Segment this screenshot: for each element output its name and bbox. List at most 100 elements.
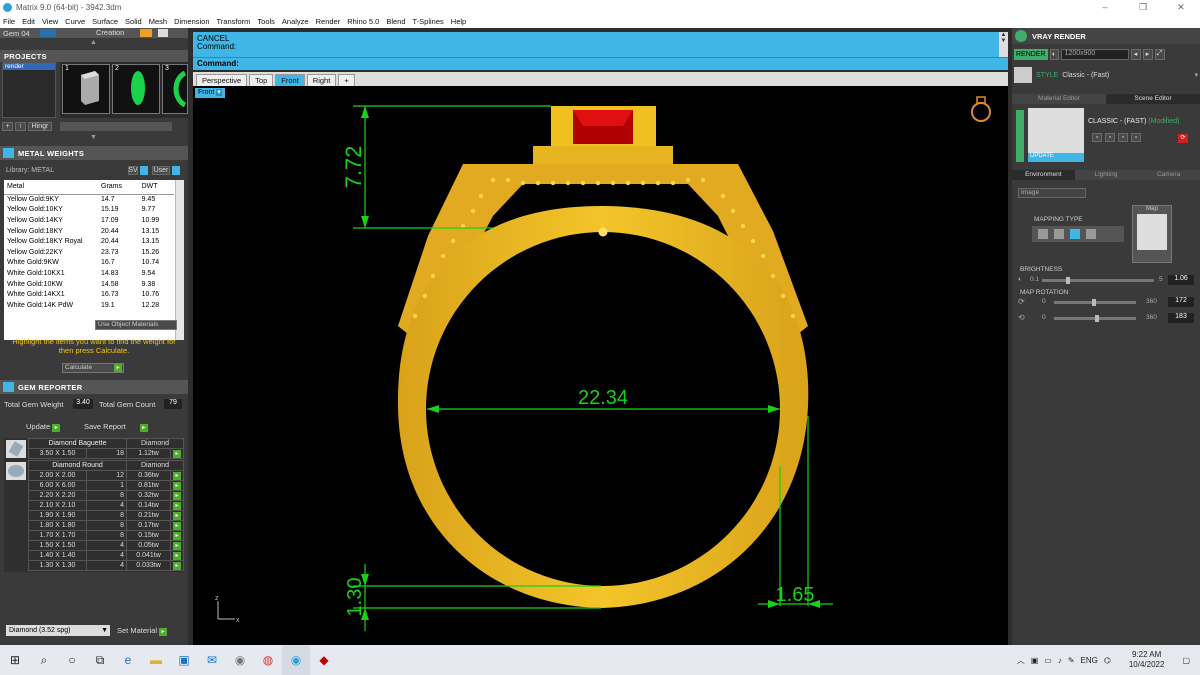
- menu-transform[interactable]: Transform: [217, 17, 251, 26]
- gem-row[interactable]: 2.20 X 2.20 8 0.32tw ▸: [28, 490, 184, 501]
- gem-select-icon[interactable]: ▸: [173, 551, 181, 560]
- reset-icon[interactable]: ⟳: [1178, 134, 1188, 143]
- language-indicator[interactable]: ENG: [1081, 656, 1098, 665]
- collapse-handle[interactable]: ▲: [90, 39, 97, 46]
- menu-mesh[interactable]: Mesh: [149, 17, 167, 26]
- gem-row[interactable]: 3.50 X 1.50 18 1.12tw ▸: [28, 448, 184, 459]
- rhino-task-icon[interactable]: ◆: [310, 645, 338, 675]
- volume-icon[interactable]: ♪: [1058, 656, 1062, 665]
- gem-row[interactable]: 1.50 X 1.50 4 0.05tw ▸: [28, 540, 184, 551]
- app-icon-gray[interactable]: ◉: [226, 645, 254, 675]
- edge-icon[interactable]: e: [114, 645, 142, 675]
- metal-row[interactable]: White Gold:14KX1 16.73 10.76: [4, 289, 174, 300]
- metal-row[interactable]: Yellow Gold:10KY 15.19 9.77: [4, 205, 174, 216]
- brightness-knob[interactable]: [1066, 277, 1070, 284]
- gem-row[interactable]: 1.30 X 1.30 4 0.033tw ▸: [28, 560, 184, 571]
- map-cylinder-icon[interactable]: [1086, 229, 1096, 239]
- sv-button[interactable]: SV: [128, 166, 138, 175]
- pen-icon[interactable]: ✎: [1068, 656, 1075, 665]
- creation-icon-2[interactable]: [158, 29, 168, 37]
- menu-tools[interactable]: Tools: [257, 17, 275, 26]
- metal-row[interactable]: White Gold:9KW 16.7 10.74: [4, 258, 174, 269]
- rot2-knob[interactable]: [1095, 315, 1099, 322]
- resolution-field[interactable]: 1200x900: [1060, 48, 1129, 60]
- search-icon[interactable]: ⌕: [30, 645, 58, 675]
- hinge-button[interactable]: Hingr: [28, 122, 52, 131]
- calculate-button[interactable]: Calculate ▸: [62, 363, 124, 373]
- menu-solid[interactable]: Solid: [125, 17, 142, 26]
- front-viewport[interactable]: 7.72 22.34 1.30 1.65 z x: [193, 86, 1008, 645]
- ring-view-icon[interactable]: [971, 96, 991, 122]
- tab-lighting[interactable]: Lighting: [1074, 170, 1138, 180]
- gem-select-icon[interactable]: ▸: [173, 491, 181, 500]
- creation-label[interactable]: Creation: [96, 28, 124, 37]
- update-button[interactable]: Update ▸: [26, 422, 61, 432]
- mail-icon[interactable]: ✉: [198, 645, 226, 675]
- chevron-down-icon[interactable]: ▾: [1194, 71, 1198, 79]
- projects-scrollbar[interactable]: [60, 122, 172, 131]
- tab-perspective[interactable]: Perspective: [196, 74, 248, 86]
- expand-icon[interactable]: ⤢: [1154, 48, 1165, 60]
- wifi-icon[interactable]: ⌬: [1104, 656, 1111, 665]
- matrix-task-icon[interactable]: ◉: [282, 645, 310, 675]
- gem-select-icon[interactable]: ▸: [173, 511, 181, 520]
- creation-icon[interactable]: [140, 29, 152, 37]
- gem-select-icon[interactable]: ▸: [173, 531, 181, 540]
- windows-start-icon[interactable]: ⊞: [0, 645, 30, 675]
- delete-icon[interactable]: ▫: [1131, 133, 1141, 142]
- rot1-value[interactable]: 172: [1168, 297, 1194, 307]
- save-report-button[interactable]: Save Report ▸: [84, 422, 148, 432]
- clock[interactable]: 9:22 AM 10/4/2022: [1129, 650, 1165, 670]
- chrome-icon[interactable]: ◍: [254, 645, 282, 675]
- viewport-label[interactable]: Front ▾: [195, 88, 225, 98]
- folder-icon[interactable]: ▫: [1118, 133, 1128, 142]
- tab-environment[interactable]: Environment: [1012, 170, 1075, 180]
- use-object-materials[interactable]: Use Object Materials: [95, 320, 177, 330]
- gem-select-icon[interactable]: ▸: [173, 501, 181, 510]
- tab-right[interactable]: Right: [306, 74, 337, 86]
- up-project-button[interactable]: ↑: [15, 122, 26, 131]
- gem-row[interactable]: 1.90 X 1.90 8 0.21tw ▸: [28, 510, 184, 521]
- tray-up-icon[interactable]: ︿: [1017, 655, 1025, 666]
- menu-help[interactable]: Help: [451, 17, 466, 26]
- gem-row[interactable]: 6.00 X 6.00 1 0.81tw ▸: [28, 480, 184, 491]
- menu-surface[interactable]: Surface: [92, 17, 118, 26]
- gem-select-icon[interactable]: ▸: [173, 481, 181, 490]
- render-button[interactable]: RENDER: [1014, 48, 1048, 60]
- command-scrollbar[interactable]: ▲ ▼: [999, 32, 1008, 57]
- scene-side-handle[interactable]: [1016, 110, 1024, 162]
- style-value[interactable]: Classic - (Fast): [1062, 72, 1109, 79]
- tray-app-icon[interactable]: ▣: [1031, 656, 1039, 665]
- metal-row[interactable]: Yellow Gold:18KY Royal 20.44 13.15: [4, 236, 174, 247]
- gem-select-icon[interactable]: ▸: [173, 449, 181, 458]
- tab-front[interactable]: Front: [275, 74, 305, 86]
- render-settings-icon[interactable]: ◐: [1049, 48, 1059, 60]
- metal-col-header[interactable]: Metal: [4, 180, 98, 195]
- rot1-knob[interactable]: [1092, 299, 1096, 306]
- env-type-select[interactable]: Image: [1018, 188, 1086, 198]
- menu-curve[interactable]: Curve: [65, 17, 85, 26]
- menu-rhino[interactable]: Rhino 5.0: [347, 17, 379, 26]
- metal-scrollbar[interactable]: [175, 180, 184, 340]
- save-icon[interactable]: ▫: [1092, 133, 1102, 142]
- thumb-3[interactable]: 3: [162, 64, 188, 114]
- dwt-col-header[interactable]: DWT: [138, 180, 174, 195]
- prev-icon[interactable]: ◂: [1130, 48, 1141, 60]
- user-button[interactable]: User: [152, 166, 170, 175]
- menu-blend[interactable]: Blend: [386, 17, 405, 26]
- copy-icon[interactable]: ▫: [1105, 133, 1115, 142]
- command-input[interactable]: Command:: [193, 57, 1008, 69]
- gem-select-icon[interactable]: ▸: [173, 471, 181, 480]
- tab-scene-editor[interactable]: Scene Editor: [1106, 94, 1200, 104]
- metal-row[interactable]: Yellow Gold:18KY 20.44 13.15: [4, 226, 174, 237]
- gem-row[interactable]: 1.80 X 1.80 8 0.17tw ▸: [28, 520, 184, 531]
- brightness-value[interactable]: 1.06: [1168, 275, 1194, 285]
- notifications-icon[interactable]: ▢: [1182, 656, 1190, 665]
- network-icon[interactable]: ▭: [1044, 656, 1052, 665]
- menu-tsplines[interactable]: T-Splines: [413, 17, 444, 26]
- thumb-2[interactable]: 2: [112, 64, 160, 114]
- gem-row[interactable]: 2.00 X 2.00 12 0.36tw ▸: [28, 470, 184, 481]
- close-button[interactable]: ✕: [1162, 2, 1200, 13]
- layer-icon[interactable]: [40, 29, 56, 37]
- scene-update-button[interactable]: UPDATE: [1028, 153, 1084, 162]
